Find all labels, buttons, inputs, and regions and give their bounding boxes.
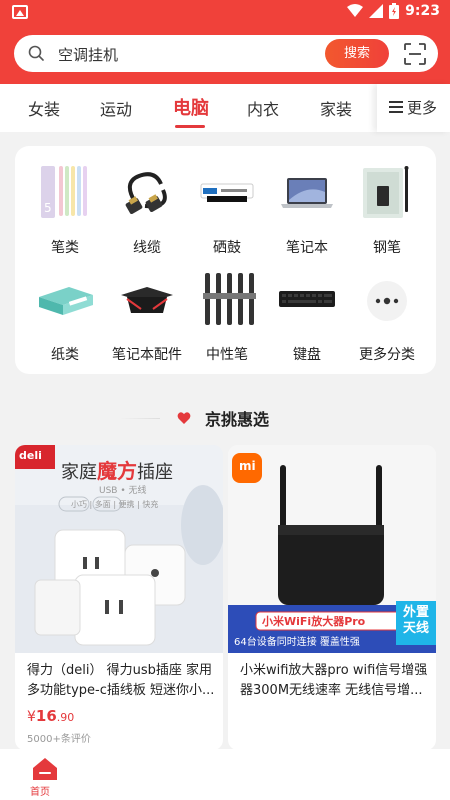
more-tabs-label: 更多: [407, 99, 438, 117]
category-tabs: 女装 运动 电脑 内衣 家装 更多: [0, 84, 450, 132]
headline-part: 插座: [137, 462, 173, 483]
category-cables[interactable]: 线缆: [105, 148, 189, 256]
svg-text:5: 5: [44, 201, 52, 215]
category-label: 钢笔: [373, 240, 401, 256]
search-button[interactable]: 搜索: [325, 39, 389, 68]
product-image-brand: mi: [239, 459, 256, 473]
product-image-headline: 家庭魔方插座: [61, 455, 173, 484]
product-image-sub: USB • 无线: [99, 486, 147, 496]
product-card[interactable]: deli 家庭魔方插座 USB • 无线 小巧 | 多面 | 便携 | 快充 得…: [15, 445, 223, 750]
nav-home-label[interactable]: 首页: [30, 783, 50, 798]
laptop-image: [281, 178, 333, 208]
category-gel-pens[interactable]: 中性笔: [185, 255, 269, 363]
category-fountain-pens[interactable]: 钢笔: [345, 148, 429, 256]
headline-highlight: 魔方: [97, 459, 137, 483]
product-reviews: 5000+条评价: [27, 734, 91, 745]
home-icon[interactable]: [32, 757, 58, 781]
wifi-icon: [347, 4, 364, 17]
bottom-nav: 首页: [0, 749, 450, 800]
active-tab-indicator: [175, 125, 205, 128]
tab-computer[interactable]: 电脑: [173, 94, 209, 120]
toner-image: [200, 183, 254, 202]
paper-image: [39, 287, 93, 315]
category-label: 更多分类: [359, 347, 415, 363]
category-label: 笔类: [51, 240, 79, 256]
product-title: 得力（deli） 得力usb插座 家用多功能type-c插线板 短迷你小...: [27, 663, 215, 698]
product-title: 小米wifi放大器pro wifi信号增强器300M无线速率 无线信号增...: [240, 663, 428, 698]
category-label: 笔记本配件: [112, 347, 182, 363]
product-image-sub: 64台设备同时连接 覆盖性强: [234, 637, 360, 648]
status-icons: 9:23: [347, 3, 440, 19]
section-title: 京挑惠选: [204, 410, 269, 429]
fountain-pen-image: [363, 166, 409, 218]
more-dots-icon: [367, 281, 407, 321]
product-image-banner: 小米WiFi放大器Pro: [262, 615, 366, 628]
category-paper[interactable]: 纸类: [23, 255, 107, 363]
category-label: 线缆: [133, 240, 161, 256]
category-laptops[interactable]: 笔记本: [265, 148, 349, 256]
product-image-badge: 外置天线: [402, 605, 429, 636]
category-label: 纸类: [51, 347, 79, 363]
product-price: ¥16.90: [27, 707, 74, 725]
signal-icon: [369, 4, 384, 18]
keyboard-image: [279, 291, 335, 307]
scan-icon[interactable]: [404, 43, 426, 65]
category-label: 键盘: [293, 347, 321, 363]
category-toner[interactable]: 硒鼓: [185, 148, 269, 256]
price-symbol: ¥: [27, 709, 36, 725]
status-bar: 9:23: [0, 0, 450, 26]
tab-home-decor[interactable]: 家装: [320, 96, 352, 120]
top-bar: 9:23 空调挂机 搜索: [0, 0, 450, 84]
menu-icon: [389, 101, 403, 113]
category-grid: 5 笔类 线缆 硒鼓 笔记本 钢笔 纸类 笔记本配件 中性笔 键盘 更多分类: [15, 146, 436, 374]
search-bar[interactable]: 空调挂机 搜索: [14, 35, 438, 72]
headline-part: 家庭: [61, 462, 97, 483]
category-keyboards[interactable]: 键盘: [265, 255, 349, 363]
tab-women[interactable]: 女装: [28, 96, 60, 120]
product-image-brand: deli: [19, 449, 42, 462]
status-time: 9:23: [405, 3, 440, 19]
category-more[interactable]: 更多分类: [345, 255, 429, 363]
tab-underwear[interactable]: 内衣: [247, 96, 279, 120]
category-laptop-accessories[interactable]: 笔记本配件: [105, 255, 189, 363]
battery-icon: [389, 3, 400, 19]
search-input[interactable]: 空调挂机: [58, 44, 118, 65]
laptop-stand-image: [121, 287, 173, 313]
category-label: 中性笔: [206, 347, 248, 363]
price-integer: 16: [35, 707, 57, 725]
cables-image: [125, 172, 167, 214]
category-label: 笔记本: [286, 240, 328, 256]
product-image-features: 小巧 | 多面 | 便携 | 快充: [71, 500, 159, 509]
search-icon: [28, 45, 44, 61]
product-card[interactable]: mi 小米WiFi放大器Pro 64台设备同时连接 覆盖性强 外置天线 小米wi…: [228, 445, 436, 750]
pens-image: 5: [41, 166, 87, 218]
category-label: 硒鼓: [213, 240, 241, 256]
notification-icon: [12, 5, 28, 19]
category-pens[interactable]: 5 笔类: [23, 148, 107, 256]
gel-pens-image: [203, 273, 256, 325]
price-decimal: .90: [56, 711, 75, 724]
more-tabs-button[interactable]: 更多: [377, 84, 450, 132]
tab-sports[interactable]: 运动: [100, 96, 132, 120]
